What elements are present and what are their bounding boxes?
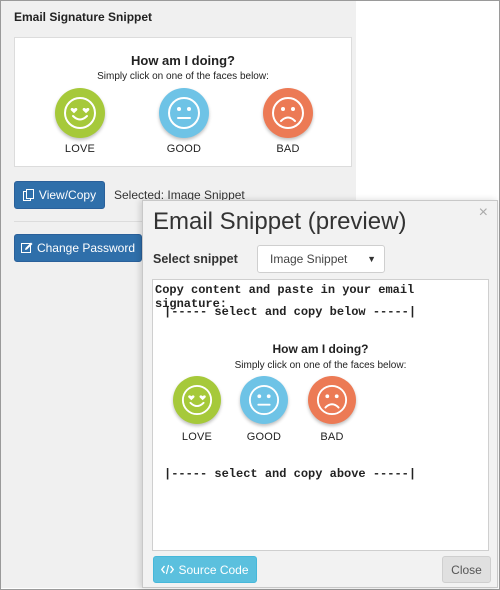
neutral-face-icon — [168, 97, 200, 129]
heart-eyes-face-icon — [181, 384, 213, 416]
code-icon — [161, 564, 175, 575]
love-label: LOVE — [64, 143, 96, 155]
snippet-select-value: Image Snippet — [270, 252, 348, 266]
change-password-label: Change Password — [36, 241, 136, 255]
change-password-button[interactable]: Change Password — [14, 234, 142, 262]
love-face-button[interactable] — [55, 88, 105, 138]
widget-title: How am I doing? — [131, 53, 235, 68]
snippet-preview-modal: Email Snippet (preview) × Select snippet… — [142, 200, 498, 588]
good-face-button[interactable] — [159, 88, 209, 138]
view-copy-button[interactable]: View/Copy — [14, 181, 105, 209]
snippet-select[interactable]: Image Snippet ▼ — [257, 245, 385, 273]
bad-label: BAD — [276, 143, 300, 155]
bad-face-button[interactable] — [263, 88, 313, 138]
sad-face-icon — [272, 97, 304, 129]
preview-good-face[interactable] — [240, 376, 288, 424]
marker-bottom: |----- select and copy above -----| — [164, 467, 417, 481]
snippet-content-area[interactable]: Copy content and paste in your email sig… — [152, 279, 489, 551]
preview-widget-subtitle: Simply click on one of the faces below: — [234, 360, 407, 371]
marker-top: |----- select and copy below -----| — [164, 305, 417, 319]
source-code-label: Source Code — [178, 562, 249, 577]
caret-down-icon: ▼ — [367, 254, 376, 264]
preview-love-label: LOVE — [181, 431, 213, 443]
modal-title: Email Snippet (preview) — [153, 208, 407, 235]
feedback-widget: How am I doing? Simply click on one of t… — [14, 37, 352, 167]
preview-bad-label: BAD — [320, 431, 344, 443]
close-icon[interactable]: × — [479, 204, 488, 222]
widget-subtitle: Simply click on one of the faces below: — [97, 71, 269, 82]
preview-widget-title: How am I doing? — [272, 342, 369, 356]
view-copy-label: View/Copy — [38, 188, 97, 202]
source-code-button[interactable]: Source Code — [153, 556, 257, 583]
preview-love-face[interactable] — [173, 376, 221, 424]
heart-eyes-face-icon — [64, 97, 96, 129]
copy-icon — [22, 189, 34, 201]
close-button-label: Close — [451, 562, 482, 577]
close-button[interactable]: Close — [442, 556, 491, 583]
neutral-face-icon — [248, 384, 280, 416]
preview-bad-face[interactable] — [308, 376, 356, 424]
edit-icon — [20, 242, 33, 253]
sad-face-icon — [316, 384, 348, 416]
preview-good-label: GOOD — [246, 431, 282, 443]
panel-title: Email Signature Snippet — [14, 10, 153, 24]
select-snippet-label: Select snippet — [153, 252, 238, 266]
good-label: GOOD — [166, 143, 202, 155]
